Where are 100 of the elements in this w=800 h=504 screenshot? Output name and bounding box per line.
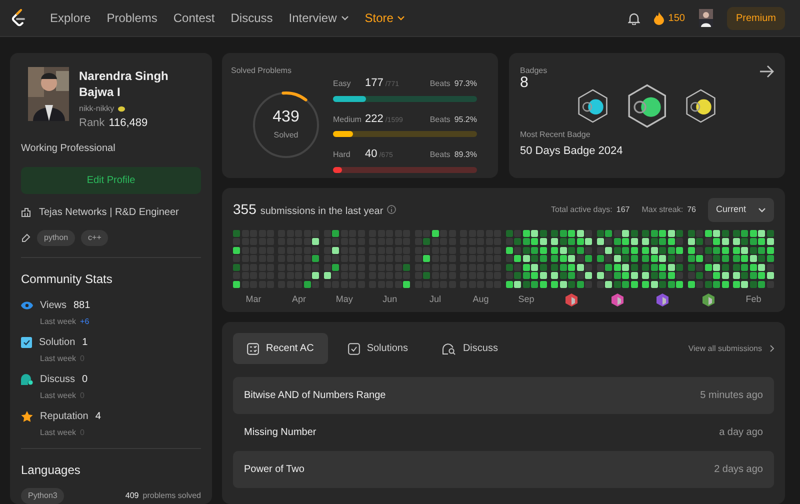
submission-time: 2 days ago [714, 463, 763, 477]
last-week-label: Last week [40, 426, 76, 439]
nav-link[interactable]: Interview [288, 9, 349, 27]
submission-count: 355 [233, 200, 256, 220]
stat-value: 1 [82, 336, 88, 350]
view-all-link[interactable]: View all submissions [688, 342, 774, 354]
last-week-label: Last week [40, 390, 76, 402]
solved-count: 40 [365, 147, 378, 162]
last-week-change: +6 [80, 316, 90, 328]
chat-search-icon [442, 342, 456, 354]
edit-profile-button[interactable]: Edit Profile [21, 166, 201, 194]
submission-time: 5 minutes ago [700, 389, 763, 403]
user-status: Working Professional [21, 142, 116, 156]
checkbox-icon [348, 342, 360, 354]
checkbox-icon [21, 336, 32, 348]
arrow-right-icon[interactable] [760, 65, 774, 78]
recent-badge-name: 50 Days Badge 2024 [520, 144, 624, 159]
solved-total: 439 [272, 108, 300, 126]
max-streak-value: 76 [687, 204, 696, 216]
solved-count: 222 [365, 112, 384, 126]
problem-title: Power of Two [244, 463, 304, 477]
chevron-right-icon [770, 345, 774, 352]
rank-value: 116,489 [108, 116, 148, 132]
nav-link[interactable]: Discuss [230, 9, 273, 27]
skill-tag[interactable]: python [37, 230, 76, 246]
badge-icon[interactable] [578, 89, 608, 123]
submission-time: a day ago [719, 426, 763, 440]
card-title: Solved Problems [231, 65, 292, 77]
rank-label: Rank [79, 116, 105, 132]
month-label: Jun [382, 292, 398, 306]
beats-label: Beats [430, 149, 450, 161]
premium-button[interactable]: Premium [726, 6, 785, 30]
tab[interactable]: Discuss [428, 333, 512, 364]
recent-badge-label: Most Recent Badge [520, 129, 592, 141]
nav-link[interactable]: Problems [106, 9, 158, 27]
card-title: Badges [520, 65, 548, 76]
eye-icon [21, 300, 33, 310]
year-dropdown[interactable]: Current [708, 198, 774, 222]
month-label: Sep [518, 292, 534, 306]
nav-link[interactable]: Explore [50, 9, 91, 27]
problem-title: Missing Number [244, 426, 316, 440]
max-streak-label: Max streak: [642, 204, 684, 216]
month-label: Aug [472, 292, 489, 306]
month-label: Jul [430, 292, 442, 306]
caret-icon [340, 15, 349, 21]
active-days-label: Total active days: [551, 204, 612, 216]
star-icon [21, 410, 33, 422]
badge-icon[interactable] [656, 292, 670, 306]
tab[interactable]: Solutions [334, 333, 422, 364]
stat-label: Discuss [40, 372, 76, 387]
info-icon[interactable] [387, 205, 396, 214]
tab[interactable]: Recent AC [233, 333, 328, 364]
active-days-value: 167 [616, 204, 630, 216]
problems-solved-label: problems solved [142, 490, 201, 502]
month-label: Mar [246, 292, 262, 306]
beats-value: 89.3% [454, 149, 477, 161]
skill-tag[interactable]: c++ [81, 230, 108, 246]
difficulty-label: Hard [333, 149, 352, 161]
beats-value: 97.3% [454, 78, 477, 90]
stat-value: 4 [95, 410, 101, 424]
badge-icon[interactable] [628, 84, 666, 128]
nav-link[interactable]: Store [364, 9, 406, 27]
logo-icon[interactable] [10, 9, 26, 27]
badge-count: 8 [520, 75, 528, 90]
company: Tejas Networks | R&D Engineer [39, 206, 179, 220]
month-label: May [336, 292, 353, 306]
month-label: Apr [292, 292, 306, 306]
language-tag: Python3 [21, 488, 64, 504]
beats-label: Beats [430, 78, 450, 90]
submission-row[interactable]: Power of Two 2 days ago [233, 451, 774, 488]
last-week-label: Last week [40, 316, 76, 328]
streak-count: 150 [668, 12, 685, 26]
user-name: Narendra Singh Bajwa I [79, 68, 170, 100]
solved-label: Solved [272, 129, 300, 142]
submission-text: submissions in the last year [260, 205, 384, 220]
stat-label: Views [40, 298, 66, 313]
submission-row[interactable]: Missing Number a day ago [233, 414, 774, 451]
nav-link[interactable]: Contest [173, 9, 215, 27]
badge-icon[interactable] [702, 292, 715, 306]
problem-title: Bitwise AND of Numbers Range [244, 389, 386, 403]
badge-icon[interactable] [565, 292, 578, 306]
month-label: Feb [746, 292, 762, 306]
difficulty-label: Medium [333, 114, 362, 126]
beats-value: 95.2% [454, 114, 477, 126]
last-week-label: Last week [40, 352, 76, 365]
section-title: Languages [21, 462, 82, 479]
badge-icon [118, 106, 126, 112]
problem-count: 409 [125, 490, 139, 502]
stat-value: 881 [74, 298, 90, 313]
stat-label: Reputation [40, 410, 88, 424]
beats-label: Beats [430, 114, 450, 126]
badge-icon[interactable] [686, 89, 716, 123]
caret-icon [758, 206, 766, 213]
submission-row[interactable]: Bitwise AND of Numbers Range 5 minutes ago [233, 377, 774, 414]
badge-icon[interactable] [610, 292, 624, 306]
username: nikk-nikky [79, 103, 114, 116]
flame-icon[interactable] [654, 12, 664, 24]
difficulty-label: Easy [333, 78, 352, 90]
solved-count: 177 [365, 76, 384, 91]
bell-icon[interactable] [628, 12, 640, 24]
